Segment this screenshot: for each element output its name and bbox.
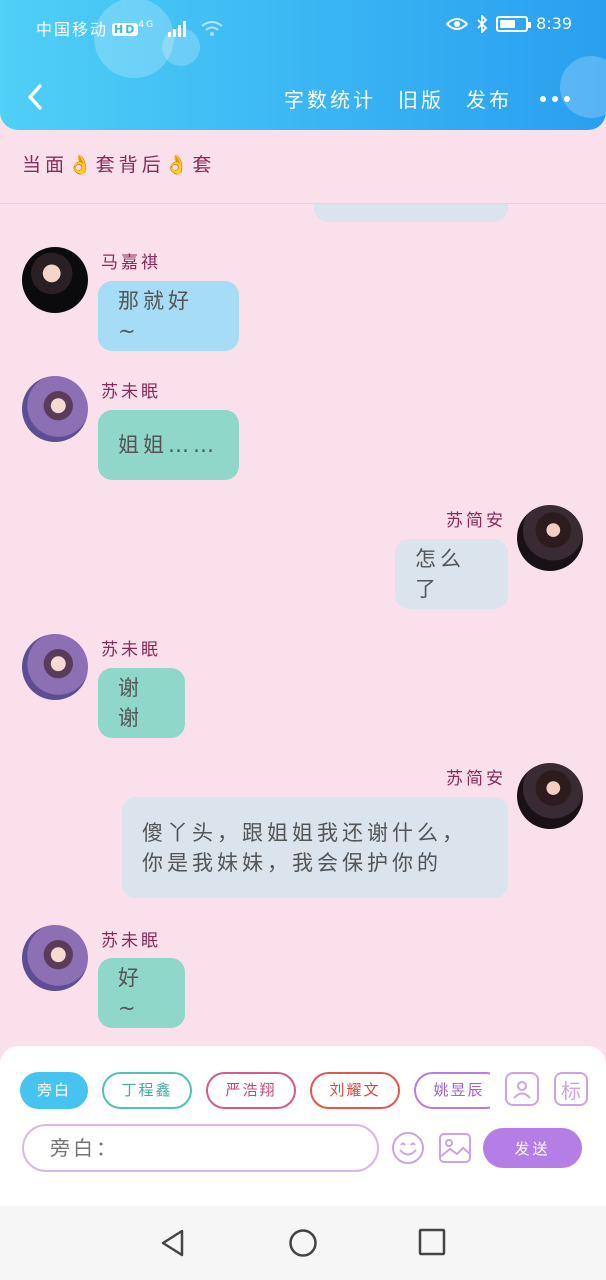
message-bubble[interactable]: 谢谢: [98, 668, 185, 738]
message-bubble[interactable]: 怎么了: [395, 539, 508, 609]
avatar[interactable]: [22, 925, 88, 991]
tag-button[interactable]: 标: [554, 1072, 588, 1106]
sender-name: 马嘉祺: [101, 253, 161, 273]
carrier-name: 中国移动: [36, 20, 109, 39]
avatar[interactable]: [22, 247, 88, 313]
network-type: 4G: [138, 20, 156, 30]
message-bubble[interactable]: 那就好 ~: [98, 281, 239, 351]
old-version-button[interactable]: 旧版: [398, 84, 444, 113]
message-bubble-partial: [314, 204, 508, 222]
role-chip[interactable]: 丁程鑫: [102, 1072, 192, 1109]
role-chip[interactable]: 严浩翔: [206, 1072, 296, 1109]
send-button[interactable]: 发送: [483, 1128, 582, 1168]
role-chip-narrator[interactable]: 旁白: [20, 1072, 88, 1109]
composer-panel: 旁白丁程鑫严浩翔刘耀文姚昱辰 标 发送: [0, 1046, 606, 1206]
system-navigation-bar: [0, 1206, 606, 1280]
sender-name: 苏简安: [446, 511, 506, 531]
home-circle-icon[interactable]: [288, 1228, 318, 1258]
message-bubble[interactable]: 姐姐……: [98, 410, 239, 480]
nav-bar: 字数统计 旧版 发布: [0, 70, 606, 126]
sender-name: 苏简安: [446, 769, 506, 789]
avatar[interactable]: [517, 763, 583, 829]
bluetooth-icon: [477, 14, 488, 33]
role-selector: 旁白 丁程鑫 严浩翔 刘耀文 姚昱辰: [20, 1072, 490, 1112]
role-chip[interactable]: 刘耀文: [310, 1072, 400, 1109]
signal-icon: [168, 21, 187, 37]
wifi-icon: [201, 21, 223, 36]
hd-badge: HD: [112, 23, 139, 36]
battery-icon: [496, 15, 532, 32]
status-bar: 中国移动 HD 4G 8:39: [0, 0, 606, 52]
back-arrow-icon[interactable]: [22, 82, 52, 112]
role-chip[interactable]: 姚昱辰: [414, 1072, 490, 1109]
chat-title: 当面👌套背后👌套: [22, 154, 216, 176]
message-input[interactable]: [22, 1124, 379, 1172]
clock: 8:39: [536, 14, 572, 33]
add-role-icon[interactable]: [505, 1072, 539, 1106]
recent-apps-icon[interactable]: [418, 1228, 446, 1256]
sender-name: 苏未眠: [101, 382, 161, 402]
chat-area[interactable]: 马嘉祺 那就好 ~ 苏未眠 姐姐…… 苏简安 怎么了 苏未眠 谢谢 苏简安 傻丫…: [0, 204, 606, 1046]
message-bubble[interactable]: 傻丫头，跟姐姐我还谢什么， 你是我妹妹，我会保护你的: [122, 797, 508, 898]
emoji-icon[interactable]: [390, 1130, 426, 1166]
avatar[interactable]: [22, 634, 88, 700]
person-icon: [513, 1081, 531, 1099]
back-triangle-icon[interactable]: [158, 1228, 188, 1258]
message-bubble[interactable]: 好 ~: [98, 958, 185, 1028]
sender-name: 苏未眠: [101, 640, 161, 660]
app-header: 中国移动 HD 4G 8:39 字数统计 旧版 发布: [0, 0, 606, 130]
image-icon[interactable]: [437, 1130, 473, 1166]
more-options-icon[interactable]: [540, 95, 570, 102]
eye-icon: [446, 17, 469, 30]
word-count-button[interactable]: 字数统计: [284, 84, 376, 113]
carrier-label: 中国移动 HD 4G: [36, 16, 223, 40]
sender-name: 苏未眠: [101, 931, 161, 951]
publish-button[interactable]: 发布: [466, 84, 512, 113]
avatar[interactable]: [22, 376, 88, 442]
avatar[interactable]: [517, 505, 583, 571]
